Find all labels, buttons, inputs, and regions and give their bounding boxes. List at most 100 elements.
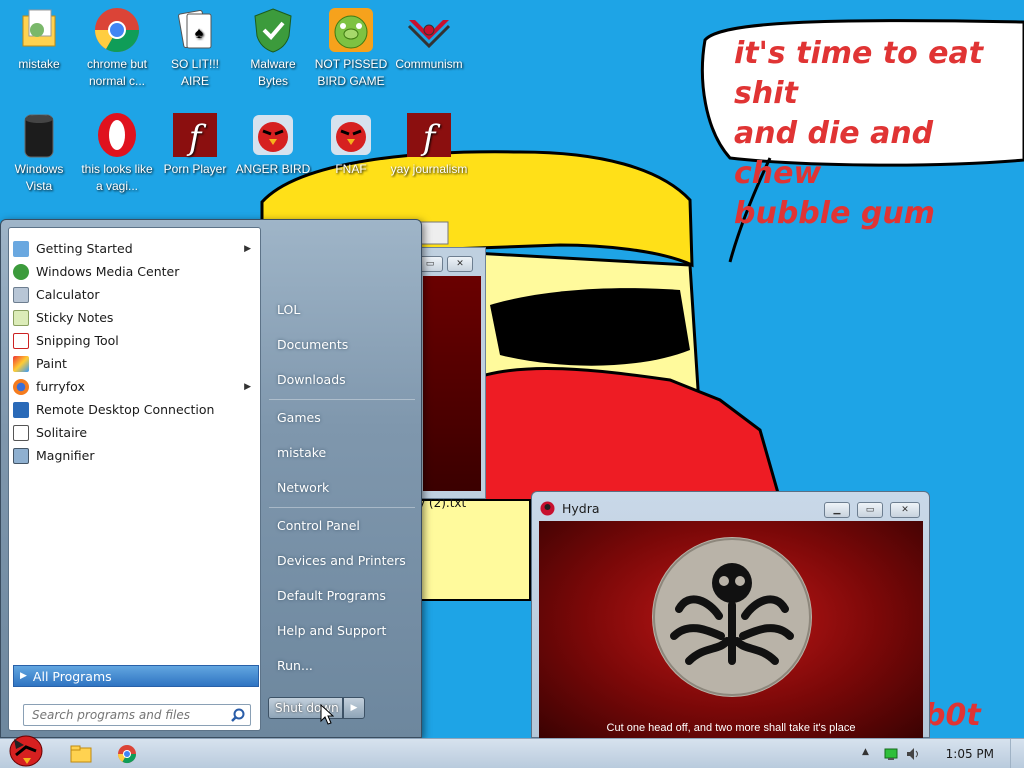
program-snipping-tool[interactable]: Snipping Tool [13,329,257,352]
desktop-icon-porn-player[interactable]: f Porn Player [156,111,234,178]
desktop-icon-label: Communism [395,57,463,71]
place-label: Games [277,409,321,425]
program-magnifier[interactable]: Magnifier [13,444,257,467]
program-label: Calculator [36,287,100,302]
program-solitaire[interactable]: Solitaire [13,421,257,444]
program-label: Magnifier [36,448,95,463]
remote-desktop-icon [13,401,29,418]
place-label: Help and Support [277,622,387,638]
place-documents[interactable]: Documents [269,330,415,358]
maximize-button[interactable]: ▭ [857,502,883,518]
place-label: mistake [277,444,327,460]
emblem-icon [405,6,453,54]
search-icon [231,708,245,722]
place-label: LOL [277,301,301,317]
desktop-icon-label: ANGER BIRD [235,162,311,176]
place-label: Devices and Printers [277,552,406,568]
scissors-icon [13,332,29,349]
desktop-icon-label: mistake [18,57,60,71]
program-getting-started[interactable]: Getting Started ▶ [13,237,257,260]
hydra-image: Cut one head off, and two more shall tak… [539,521,923,738]
clock[interactable]: 1:05 PM [946,747,994,761]
taskbar: ▲ 1:05 PM [0,735,1024,768]
desktop-icon-opera[interactable]: this looks like a vagi... [78,111,156,195]
desktop-icon-malwarebytes[interactable]: Malware Bytes [234,6,312,90]
program-windows-media-center[interactable]: Windows Media Center [13,260,257,283]
desktop-icon-solitaire[interactable]: ♠ SO LIT!!! AIRE [156,6,234,90]
minimize-button[interactable]: ▁ [824,502,850,518]
solitaire-icon [13,424,29,441]
program-paint[interactable]: Paint [13,352,257,375]
paint-icon [13,355,29,372]
desktop-icon-chrome[interactable]: chrome but normal c... [78,6,156,90]
desktop-icon-anger-bird[interactable]: ANGER BIRD [234,111,312,178]
program-label: Sticky Notes [36,310,114,325]
desktop-icon-fnaf[interactable]: FNAF [312,111,390,178]
tray-expand-icon[interactable]: ▲ [862,747,876,761]
place-downloads[interactable]: Downloads [269,365,415,393]
program-remote-desktop[interactable]: Remote Desktop Connection [13,398,257,421]
search-input[interactable] [24,705,220,725]
program-label: Windows Media Center [36,264,180,279]
chrome-icon [93,6,141,54]
program-label: Getting Started [36,241,133,256]
start-search-box[interactable] [23,704,251,726]
speech-bubble-text: it's time to eat shit and die and chew b… [734,36,984,231]
desktop-icon-label: Porn Player [163,162,227,176]
chrome-icon[interactable] [114,742,140,766]
image-viewer-window[interactable]: ▭ ✕ [414,247,486,499]
desktop-icon-yay-journalism[interactable]: f yay journalism [390,111,468,178]
place-network[interactable]: Network [269,473,415,501]
desktop-icon-mistake[interactable]: mistake [0,6,78,73]
submenu-arrow-icon: ▶ [244,381,251,392]
media-center-icon [13,263,29,280]
place-games[interactable]: Games [269,403,415,431]
shutdown-options-button[interactable]: ▶ [343,697,365,719]
volume-icon[interactable] [906,747,920,761]
place-label: Network [277,479,330,495]
place-run[interactable]: Run... [269,651,415,679]
place-devices-and-printers[interactable]: Devices and Printers [269,546,415,574]
close-button[interactable]: ✕ [447,256,473,272]
explorer-icon[interactable] [68,742,94,766]
place-label: Default Programs [277,587,386,603]
separator [269,507,415,508]
start-menu: Getting Started ▶ Windows Media Center C… [0,219,422,738]
hydra-window[interactable]: Hydra ▁ ▭ ✕ Cut one head off, and two mo… [531,491,930,738]
start-menu-programs-pane: Getting Started ▶ Windows Media Center C… [8,227,261,731]
start-orb-icon[interactable] [6,731,46,768]
close-button[interactable]: ✕ [890,502,920,518]
place-label: Documents [277,336,349,352]
solitaire-icon: ♠ [171,6,219,54]
magnifier-icon [13,447,29,464]
all-programs-label: All Programs [32,668,112,684]
place-help-and-support[interactable]: Help and Support [269,616,415,644]
firefox-icon [13,378,29,395]
desktop-icon-label: SO LIT!!! AIRE [170,57,219,88]
network-icon[interactable] [884,747,898,761]
sticky-notes-icon [13,309,29,326]
desktop-icon-label: chrome but normal c... [86,57,148,88]
program-furryfox[interactable]: furryfox ▶ [13,375,257,398]
program-label: Solitaire [36,425,88,440]
place-label: Run... [277,657,313,673]
program-label: Paint [36,356,67,371]
place-mistake[interactable]: mistake [269,438,415,466]
desktop-icon-pissed-bird[interactable]: NOT PISSED BIRD GAME [312,6,390,90]
place-label: Control Panel [277,517,360,533]
calculator-icon [13,286,29,303]
all-programs-button[interactable]: ▶ All Programs [13,665,259,687]
place-default-programs[interactable]: Default Programs [269,581,415,609]
desktop-icon-communism[interactable]: Communism [390,6,468,73]
hydra-icon [540,501,555,516]
flash-icon: f [171,111,219,159]
program-sticky-notes[interactable]: Sticky Notes [13,306,257,329]
program-label: Remote Desktop Connection [36,402,215,417]
place-control-panel[interactable]: Control Panel [269,511,415,539]
separator [269,399,415,400]
show-desktop-button[interactable] [1010,739,1024,768]
desktop-icon-windows-vista[interactable]: Windows Vista [0,111,78,195]
place-lol[interactable]: LOL [269,295,415,323]
shield-icon [249,6,297,54]
program-calculator[interactable]: Calculator [13,283,257,306]
